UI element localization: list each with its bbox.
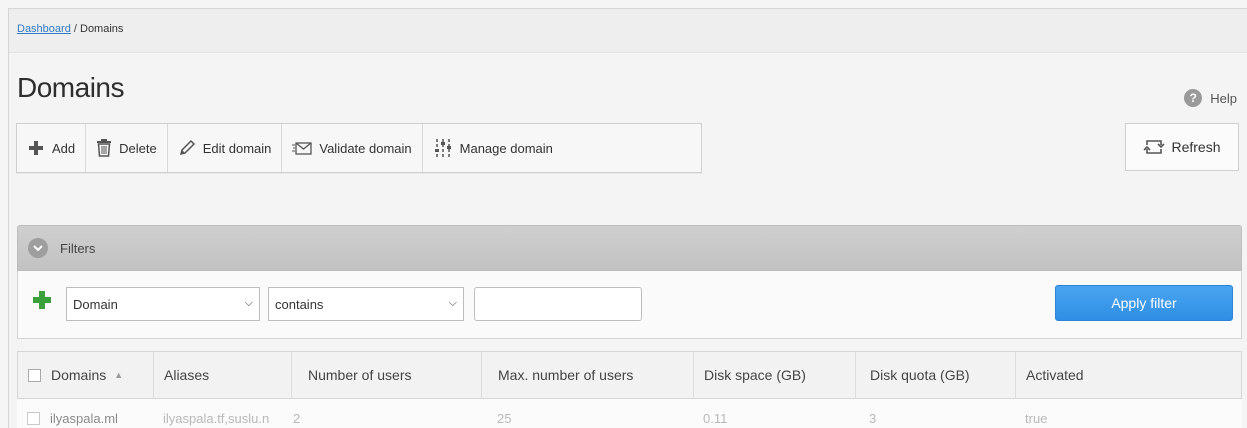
chevron-down-icon: ⌵ xyxy=(448,297,457,309)
filters-panel-header[interactable]: Filters xyxy=(17,225,1242,271)
cell-domain: ilyaspala.ml xyxy=(17,399,153,428)
app-frame: Dashboard / Domains Domains ? Help Add D… xyxy=(8,8,1247,428)
filter-operator-value: contains xyxy=(275,296,324,312)
sliders-icon xyxy=(433,138,453,158)
filters-title: Filters xyxy=(60,240,96,256)
column-label: Domains xyxy=(51,367,107,383)
column-label: Disk quota (GB) xyxy=(870,367,970,383)
column-disk-space[interactable]: Disk space (GB) xyxy=(694,352,856,398)
manage-domain-label: Manage domain xyxy=(459,140,553,156)
cell-number-of-users: 2 xyxy=(291,399,481,428)
filter-value-input[interactable] xyxy=(474,287,642,321)
envelope-check-icon xyxy=(292,140,313,156)
apply-filter-button[interactable]: Apply filter xyxy=(1055,285,1233,321)
column-number-of-users[interactable]: Number of users xyxy=(292,352,482,398)
trash-icon xyxy=(96,139,112,157)
help-icon: ? xyxy=(1184,89,1203,107)
row-checkbox[interactable] xyxy=(27,411,40,425)
refresh-icon xyxy=(1143,138,1166,156)
cell-disk-quota: 3 xyxy=(855,399,1015,428)
sort-up-icon: ▲ xyxy=(114,370,124,380)
column-label: Disk space (GB) xyxy=(704,367,806,383)
cell-text: true xyxy=(1025,410,1048,426)
column-max-users[interactable]: Max. number of users xyxy=(482,352,694,398)
cell-text: 2 xyxy=(293,410,301,426)
help-label: Help xyxy=(1210,90,1237,106)
page-title: Domains xyxy=(17,72,124,103)
toolbar: Add Delete Edit domain Validate domain M… xyxy=(16,123,702,173)
delete-label: Delete xyxy=(119,140,157,156)
table-header: Domains ▲ Aliases Number of users Max. n… xyxy=(17,351,1242,399)
filter-field-value: Domain xyxy=(73,296,118,312)
breadcrumb-dashboard-link[interactable]: Dashboard xyxy=(17,23,71,35)
add-filter-icon[interactable] xyxy=(32,290,52,315)
help-button[interactable]: ? Help xyxy=(1184,89,1237,107)
plus-icon xyxy=(27,139,45,157)
chevron-down-icon xyxy=(28,238,48,258)
table-row[interactable]: ilyaspala.ml ilyaspala.tf,suslu.n 2 25 0… xyxy=(17,399,1242,428)
refresh-label: Refresh xyxy=(1171,139,1221,155)
cell-text: 25 xyxy=(497,410,512,426)
chevron-down-icon: ⌵ xyxy=(244,297,253,309)
delete-button[interactable]: Delete xyxy=(86,124,168,172)
validate-domain-button[interactable]: Validate domain xyxy=(282,124,423,172)
breadcrumb: Dashboard / Domains xyxy=(9,9,1247,53)
add-button[interactable]: Add xyxy=(17,124,87,172)
column-label: Max. number of users xyxy=(498,367,634,383)
refresh-button[interactable]: Refresh xyxy=(1125,123,1239,171)
cell-text: 0.11 xyxy=(703,410,728,426)
add-label: Add xyxy=(52,140,76,156)
cell-disk-space: 0.11 xyxy=(693,399,855,428)
cell-max-users: 25 xyxy=(481,399,693,428)
column-label: Aliases xyxy=(164,367,210,383)
pencil-icon xyxy=(178,139,196,157)
column-label: Number of users xyxy=(308,367,412,383)
filter-operator-select[interactable]: contains ⌵ xyxy=(268,287,464,321)
column-activated[interactable]: Activated xyxy=(1016,352,1241,398)
filter-row: Domain ⌵ contains ⌵ Apply filter xyxy=(17,271,1242,339)
cell-text: ilyaspala.ml xyxy=(50,410,118,426)
cell-text: ilyaspala.tf,suslu.n xyxy=(163,410,270,426)
cell-aliases: ilyaspala.tf,suslu.n xyxy=(153,399,291,428)
column-disk-quota[interactable]: Disk quota (GB) xyxy=(856,352,1016,398)
column-label: Activated xyxy=(1026,367,1084,383)
select-all-checkbox[interactable] xyxy=(28,368,41,382)
validate-domain-label: Validate domain xyxy=(319,140,412,156)
breadcrumb-current: Domains xyxy=(80,23,124,35)
column-domains[interactable]: Domains ▲ xyxy=(18,352,154,398)
manage-domain-button[interactable]: Manage domain xyxy=(423,124,563,172)
edit-domain-button[interactable]: Edit domain xyxy=(168,124,283,172)
cell-activated: true xyxy=(1015,399,1242,428)
filter-field-select[interactable]: Domain ⌵ xyxy=(66,287,260,321)
edit-domain-label: Edit domain xyxy=(202,140,272,156)
cell-text: 3 xyxy=(869,410,877,426)
column-aliases[interactable]: Aliases xyxy=(154,352,292,398)
breadcrumb-separator: / xyxy=(70,23,80,35)
